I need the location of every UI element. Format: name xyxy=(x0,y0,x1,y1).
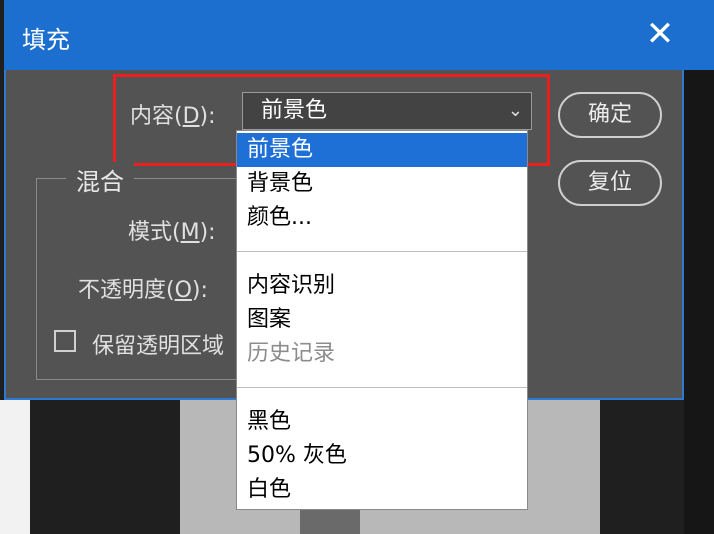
dropdown-option-gray[interactable]: 50% 灰色 xyxy=(237,439,527,473)
dropdown-option-content-aware[interactable]: 内容识别 xyxy=(237,269,527,303)
ok-button[interactable]: 确定 xyxy=(558,92,662,138)
dropdown-separator xyxy=(237,251,527,252)
close-icon[interactable]: ✕ xyxy=(640,14,680,54)
dropdown-option-color[interactable]: 颜色... xyxy=(237,201,527,235)
dropdown-option-black[interactable]: 黑色 xyxy=(237,405,527,439)
dropdown-option-white[interactable]: 白色 xyxy=(237,473,527,507)
preserve-transparency-label: 保留透明区域 xyxy=(92,334,225,359)
opacity-label: 不透明度(O): xyxy=(78,278,208,303)
dropdown-option-history: 历史记录 xyxy=(247,341,336,366)
canvas-edge xyxy=(684,60,714,534)
dialog-title: 填充 xyxy=(22,26,70,54)
preserve-transparency-checkbox[interactable] xyxy=(54,330,76,352)
dropdown-option-background[interactable]: 背景色 xyxy=(237,167,527,201)
dropdown-separator xyxy=(237,387,527,388)
blend-group-title: 混合 xyxy=(66,162,134,197)
content-dropdown-list: 前景色 背景色 颜色... 内容识别 图案 历史记录 黑色 50% 灰色 白色 xyxy=(236,130,528,510)
mode-label: 模式(M): xyxy=(128,220,216,245)
dialog-titlebar: 填充 ✕ xyxy=(4,0,714,70)
canvas-image-fragment xyxy=(0,400,30,534)
reset-button[interactable]: 复位 xyxy=(558,160,662,206)
dropdown-option-foreground[interactable]: 前景色 xyxy=(237,133,527,167)
dropdown-option-pattern[interactable]: 图案 xyxy=(237,303,527,337)
